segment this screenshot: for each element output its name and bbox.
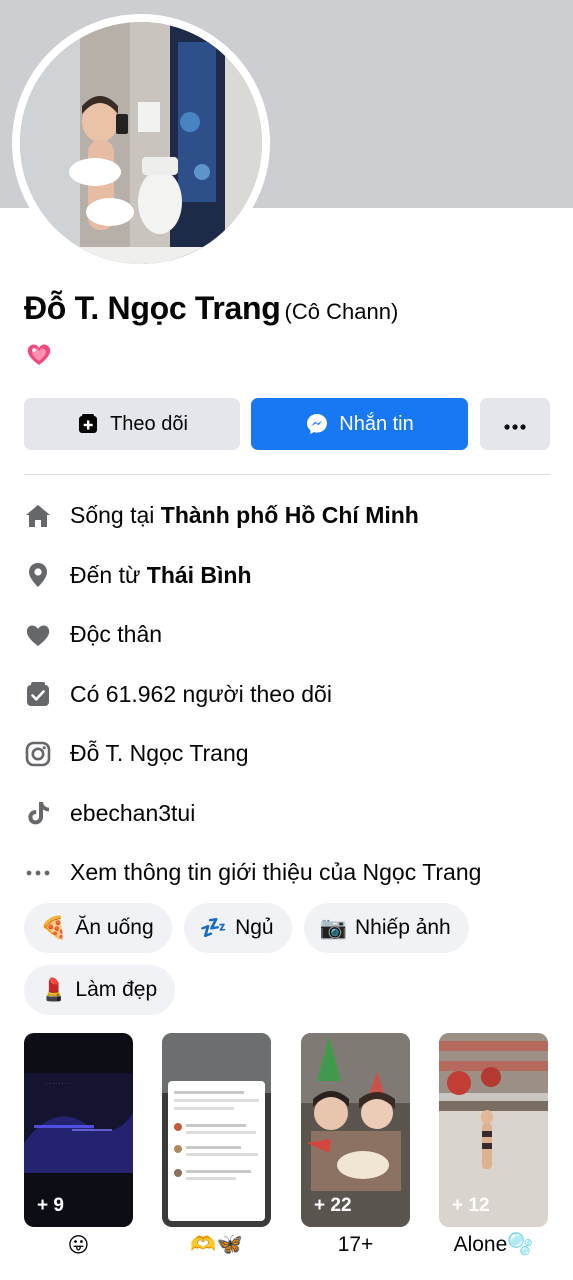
profile-actions: Theo dõi Nhắn tin — [24, 398, 550, 450]
hobby-chip-eating[interactable]: 🍕 Ăn uống — [24, 903, 172, 953]
follow-button[interactable]: Theo dõi — [24, 398, 240, 450]
ellipsis-icon — [24, 859, 52, 887]
highlight-item[interactable]: + 22 🫶🦋 — [162, 1033, 271, 1261]
intro-list: Sống tại Thành phố Hồ Chí Minh Đến từ Th… — [24, 486, 550, 903]
instagram-text: Đỗ T. Ngọc Trang — [70, 740, 249, 767]
hobby-chip-beauty[interactable]: 💄 Làm đẹp — [24, 965, 176, 1015]
tiktok-text: ebechan3tui — [70, 799, 196, 826]
more-options-button[interactable] — [480, 398, 550, 450]
section-divider — [24, 474, 550, 475]
highlight-label: Alone🫧 — [453, 1233, 534, 1256]
hobby-label: Làm đẹp — [75, 978, 158, 1001]
followers-text: Có 61.962 người theo dõi — [70, 680, 332, 707]
profile-name-row: Đỗ T. Ngọc Trang (Cô Chann) — [24, 290, 398, 327]
intro-relationship: Độc thân — [24, 605, 550, 665]
intro-instagram[interactable]: Đỗ T. Ngọc Trang — [24, 724, 550, 784]
hobbies: 🍕 Ăn uống 💤 Ngủ 📷 Nhiếp ảnh 💄 Làm đẹp — [24, 903, 554, 1027]
message-label: Nhắn tin — [339, 412, 414, 435]
intro-lives-in[interactable]: Sống tại Thành phố Hồ Chí Minh — [24, 486, 550, 546]
profile-name: Đỗ T. Ngọc Trang — [24, 290, 281, 326]
intro-from[interactable]: Đến từ Thái Bình — [24, 546, 550, 606]
highlight-item[interactable]: + 22 17+ — [301, 1033, 410, 1261]
more-dots-icon — [504, 413, 526, 436]
highlight-item[interactable]: · · · · · · · · + 9 😛 — [24, 1033, 133, 1261]
hobby-label: Nhiếp ảnh — [355, 916, 451, 939]
lipstick-icon: 💄 — [40, 977, 68, 1002]
hobby-label: Ngủ — [235, 916, 274, 939]
highlight-label: 🫶🦋 — [190, 1233, 243, 1256]
intro-see-more[interactable]: Xem thông tin giới thiệu của Ngọc Trang — [24, 843, 550, 903]
location-pin-icon — [24, 561, 52, 589]
highlight-cover[interactable]: + 22 — [162, 1033, 271, 1227]
profile-avatar[interactable] — [20, 22, 262, 264]
intro-tiktok[interactable]: ebechan3tui — [24, 784, 550, 844]
instagram-icon — [24, 740, 52, 768]
relationship-text: Độc thân — [70, 621, 163, 648]
heart-icon — [24, 621, 52, 649]
hobby-chip-sleeping[interactable]: 💤 Ngủ — [183, 903, 292, 953]
pizza-icon: 🍕 — [40, 915, 68, 940]
highlight-item[interactable]: + 12 Alone🫧 — [439, 1033, 548, 1261]
from-value[interactable]: Thái Bình — [147, 562, 252, 588]
lives-value[interactable]: Thành phố Hồ Chí Minh — [161, 502, 419, 528]
highlight-cover[interactable]: · · · · · · · · + 9 — [24, 1033, 133, 1227]
hobby-label: Ăn uống — [75, 916, 154, 939]
zzz-icon: 💤 — [199, 915, 228, 940]
camera-icon: 📷 — [319, 915, 347, 940]
highlight-count: + 22 — [314, 1195, 352, 1216]
highlight-cover[interactable]: + 22 — [301, 1033, 410, 1227]
home-icon — [24, 502, 52, 530]
highlight-label: 17+ — [337, 1233, 374, 1256]
highlight-count: + 22 — [175, 1195, 213, 1216]
intro-followers[interactable]: Có 61.962 người theo dõi — [24, 665, 550, 725]
messenger-icon — [305, 412, 329, 436]
tiktok-icon — [24, 799, 52, 827]
highlight-count: + 9 — [37, 1195, 64, 1216]
highlight-cover[interactable]: + 12 — [439, 1033, 548, 1227]
profile-alternate-name: (Cô Chann) — [284, 299, 399, 324]
message-button[interactable]: Nhắn tin — [251, 398, 468, 450]
highlight-label: 😛 — [67, 1234, 90, 1257]
see-more-text: Xem thông tin giới thiệu của Ngọc Trang — [70, 859, 482, 886]
follow-icon — [76, 412, 100, 436]
highlight-count: + 12 — [452, 1195, 490, 1216]
followers-check-icon — [24, 680, 52, 708]
svg-text:· · · · · · · ·: · · · · · · · · — [46, 1081, 70, 1087]
hobby-chip-photography[interactable]: 📷 Nhiếp ảnh — [303, 903, 469, 953]
lives-prefix: Sống tại — [70, 502, 161, 529]
from-prefix: Đến từ — [70, 561, 147, 588]
follow-label: Theo dõi — [110, 412, 188, 435]
sparkling-heart-icon — [24, 339, 54, 369]
featured-highlights: · · · · · · · · + 9 😛 + 22 🫶🦋 + 22 17+ +… — [24, 1033, 550, 1263]
